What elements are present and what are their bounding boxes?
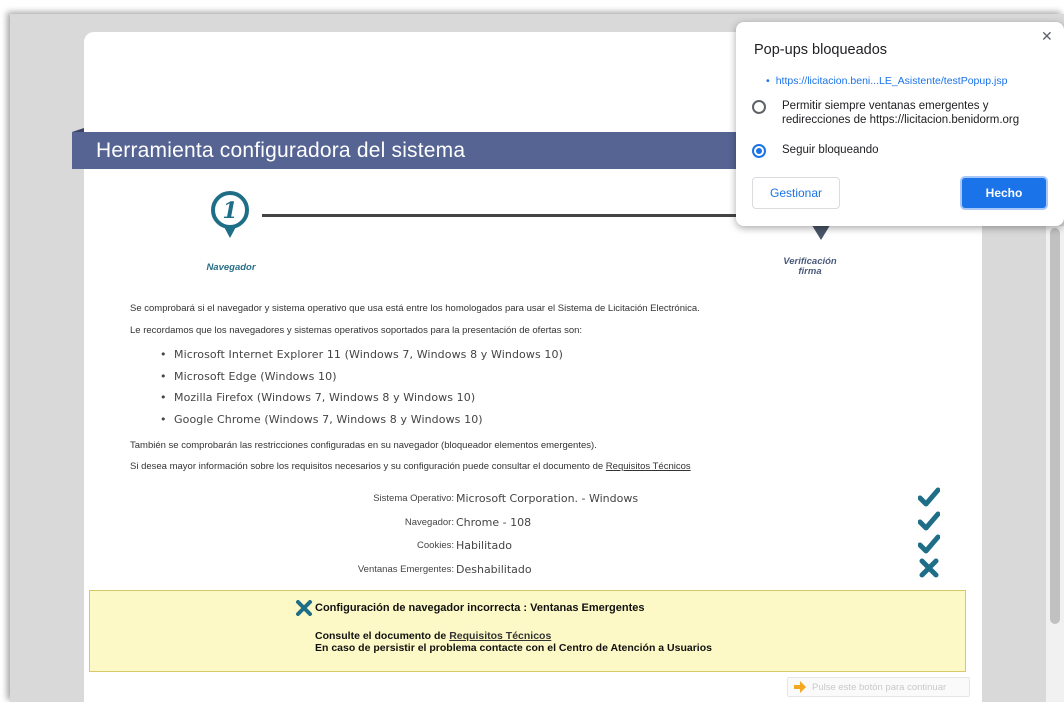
warning-line-2: En caso de persistir el problema contact… [315,642,712,654]
restrictions-text: También se comprobarán las restricciones… [130,440,597,451]
warning-requirements-link[interactable]: Requisitos Técnicos [449,630,551,642]
warning-line-1: Consulte el documento de Requisitos Técn… [315,630,552,642]
check-label: Ventanas Emergentes: [357,564,454,575]
check-icon [918,534,940,554]
check-label: Cookies: [417,540,454,551]
radio-block[interactable] [752,144,766,158]
list-item: • Microsoft Edge (Windows 10) [160,369,337,383]
popup-title: Pop-ups bloqueados [754,42,888,58]
step-1-label: Navegador [206,262,256,273]
check-label: Navegador: [404,517,454,528]
check-row-cookies: Cookies: Habilitado [100,534,944,558]
option-block[interactable]: Seguir bloqueando [752,143,879,158]
arrow-right-icon [794,681,806,693]
manage-button[interactable]: Gestionar [752,177,840,209]
check-value: Chrome - 108 [456,516,532,529]
warning-box: Configuración de navegador incorrecta : … [89,590,966,672]
option-allow[interactable]: Permitir siempre ventanas emergentes y r… [752,99,1042,127]
check-icon [918,511,940,531]
check-value: Deshabilitado [456,563,532,576]
close-icon[interactable]: ✕ [1041,28,1053,45]
step-2-label: Verificación firma [780,257,840,277]
wizard-progress-line [262,214,807,217]
check-value: Habilitado [456,539,512,552]
blocked-popup-link[interactable]: • https://licitacion.beni...LE_Asistente/… [766,75,1007,87]
check-value: Microsoft Corporation. - Windows [456,492,639,505]
check-label: Sistema Operativo: [373,493,454,504]
step-2-label-line2: firma [798,266,822,277]
option-allow-label: Permitir siempre ventanas emergentes y r… [782,100,1020,126]
scrollbar[interactable] [1046,226,1064,702]
option-block-label: Seguir bloqueando [782,144,879,156]
scrollbar-thumb[interactable] [1050,228,1060,624]
done-button[interactable]: Hecho [960,176,1048,210]
cross-icon [919,558,939,578]
check-icon [918,487,940,507]
list-item: • Microsoft Internet Explorer 11 (Windows… [160,348,563,361]
requirements-link[interactable]: Requisitos Técnicos [606,461,691,472]
supported-list: • Microsoft Internet Explorer 11 (Windows… [160,348,563,434]
check-row-browser: Navegador: Chrome - 108 [100,511,944,535]
more-info-text: Si desea mayor información sobre los req… [130,461,691,472]
intro-text: Se comprobará si el navegador y sistema … [130,303,700,314]
supported-intro-text: Le recordamos que los navegadores y sist… [130,325,583,336]
step-1-pin-icon: 1 [211,191,249,238]
continue-button-label: Pulse este botón para continuar [812,681,947,693]
list-item: • Mozilla Firefox (Windows 7, Windows 8 y… [160,391,476,404]
cross-icon [296,600,312,616]
radio-allow[interactable] [752,100,766,114]
step-1-number: 1 [222,198,237,224]
check-row-popups: Ventanas Emergentes: Deshabilitado [100,558,944,582]
warning-title: Configuración de navegador incorrecta : … [295,600,644,616]
check-row-os: Sistema Operativo: Microsoft Corporation… [100,487,944,511]
continue-button[interactable]: Pulse este botón para continuar [787,677,970,697]
page-title: Herramienta configuradora del sistema [72,132,752,169]
list-item: • Google Chrome (Windows 7, Windows 8 y W… [160,412,483,426]
popups-blocked-dialog: Pop-ups bloqueados ✕ • https://licitacion… [736,22,1064,226]
warning-title-text: Configuración de navegador incorrecta : … [315,602,645,614]
